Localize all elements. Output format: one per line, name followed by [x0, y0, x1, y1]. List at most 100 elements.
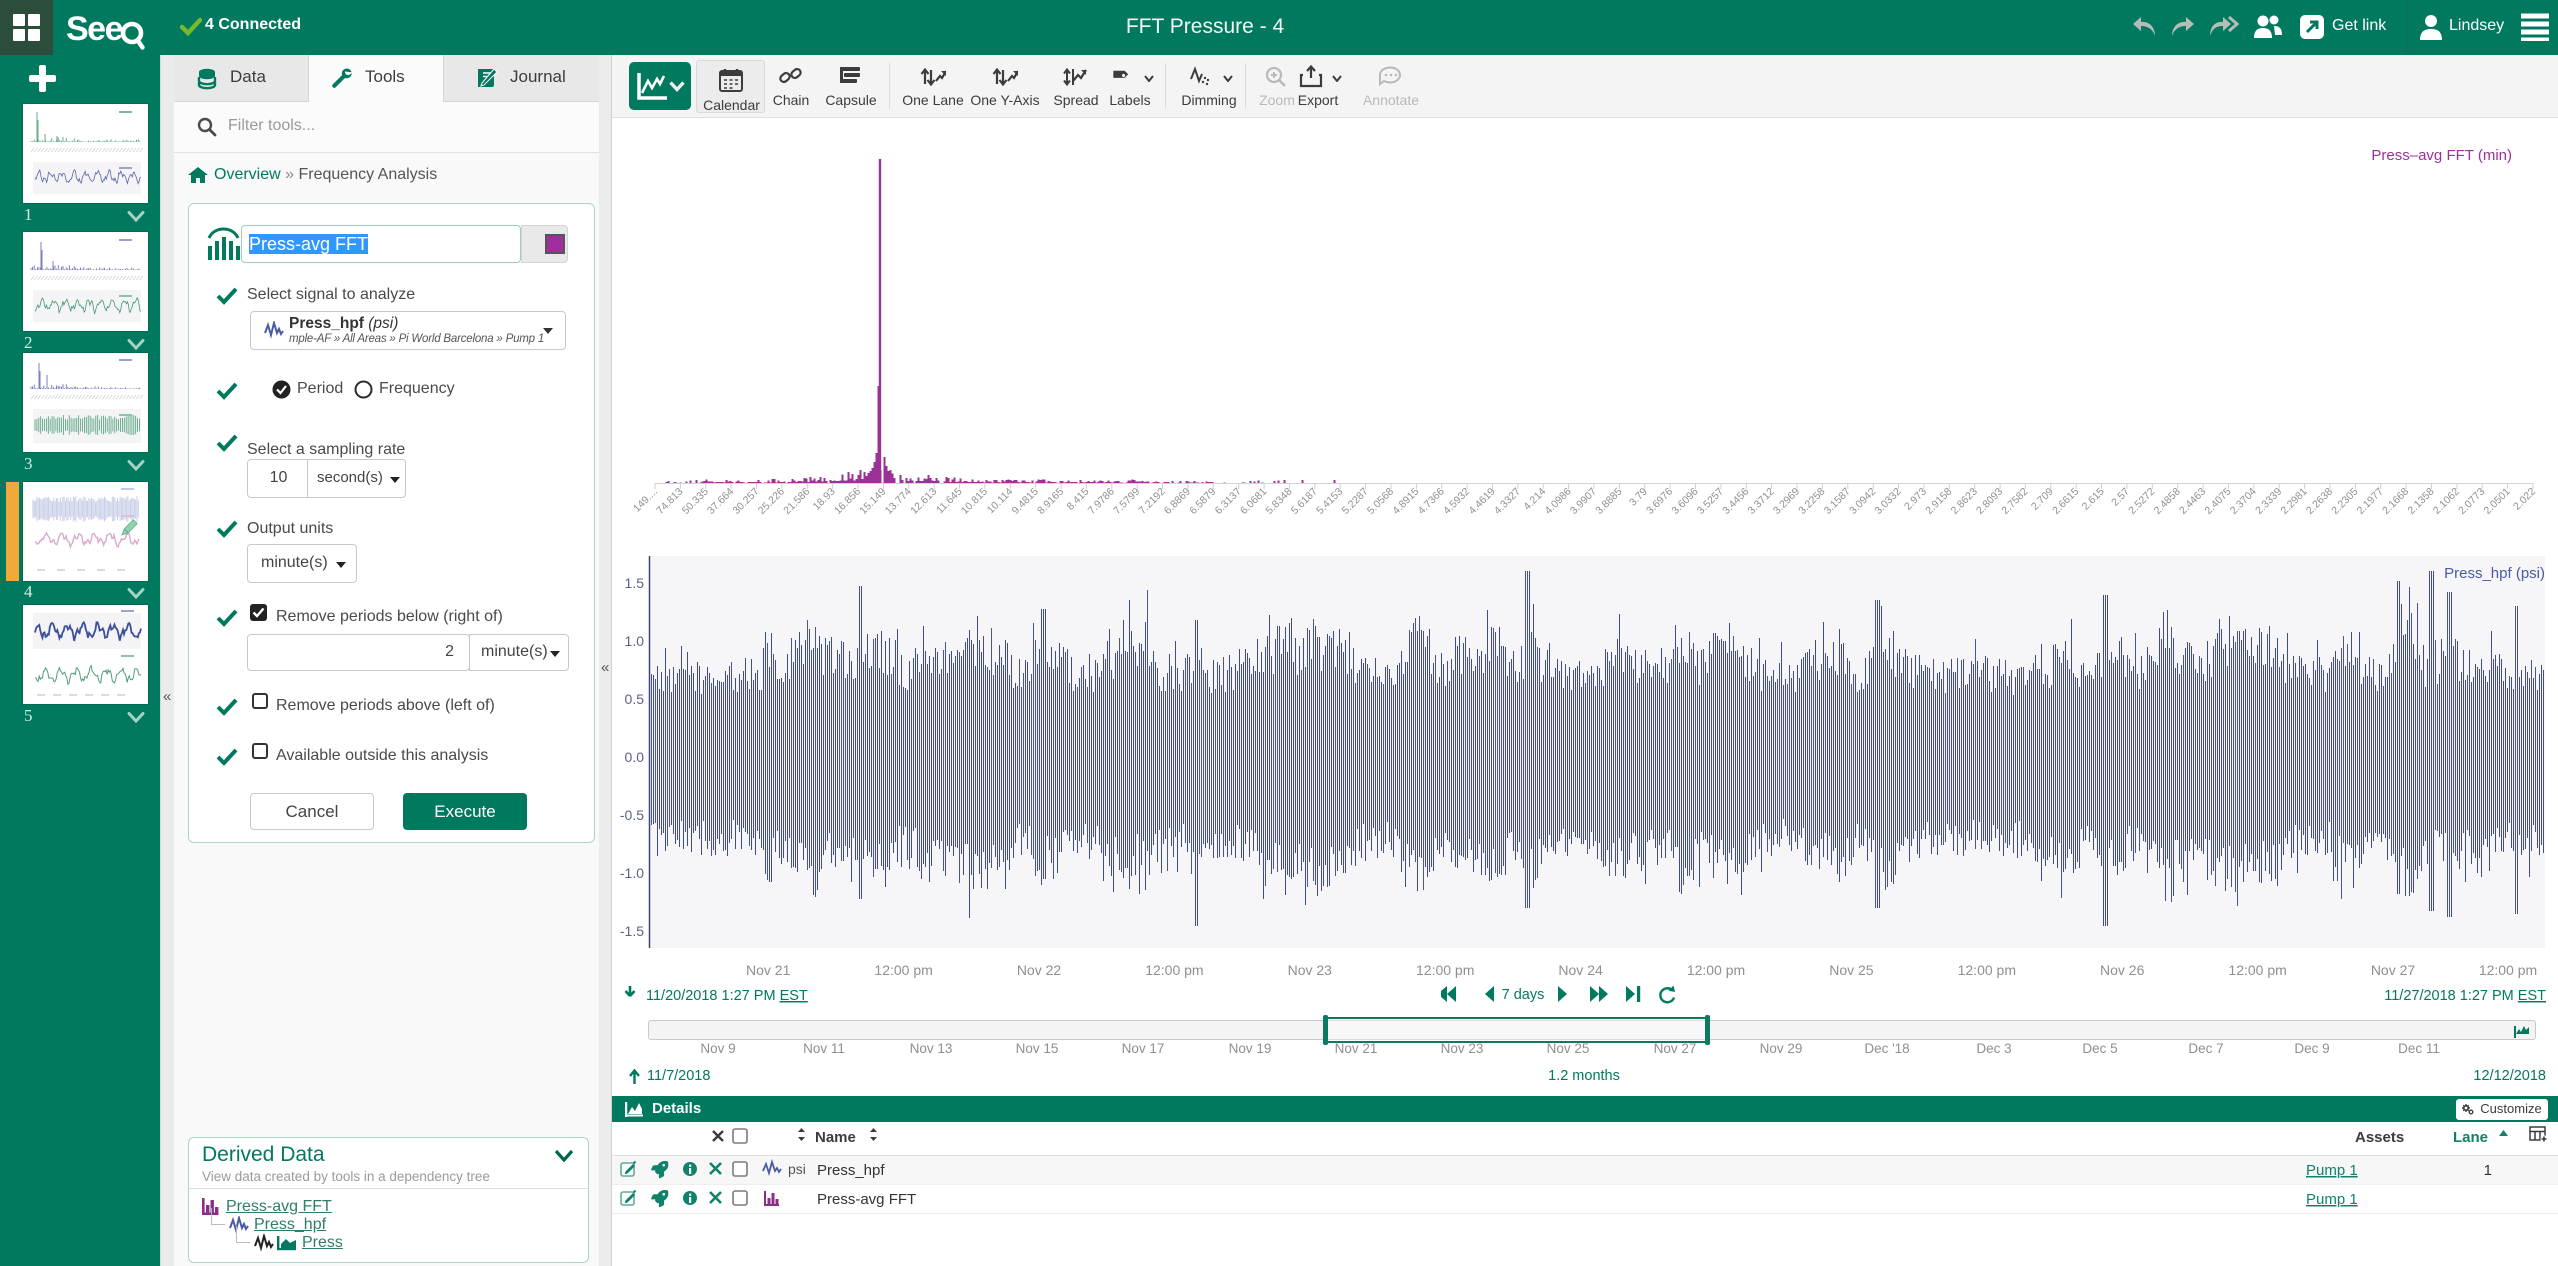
svg-text:13.774: 13.774	[883, 486, 914, 517]
svg-text:15.149: 15.149	[857, 486, 888, 517]
svg-text:psi: psi	[788, 1161, 806, 1177]
svg-text:50.335: 50.335	[680, 486, 711, 517]
svg-text:Nov 21: Nov 21	[746, 962, 791, 978]
svg-text:0.5: 0.5	[625, 691, 645, 707]
svg-text:2.7582: 2.7582	[1999, 486, 2030, 517]
svg-text:3.3712: 3.3712	[1746, 486, 1777, 517]
svg-text:-1.0: -1.0	[620, 865, 644, 881]
svg-text:-0.5: -0.5	[620, 807, 644, 823]
svg-text:1.0: 1.0	[625, 633, 645, 649]
svg-text:2.4075: 2.4075	[2202, 486, 2233, 517]
svg-text:74.813: 74.813	[654, 486, 685, 517]
svg-text:6.0681: 6.0681	[1238, 486, 1269, 517]
svg-text:2.2981: 2.2981	[2279, 486, 2310, 517]
svg-text:30.257: 30.257	[730, 486, 761, 517]
svg-text:9.4815: 9.4815	[1010, 486, 1041, 517]
svg-text:6.5879: 6.5879	[1187, 486, 1218, 517]
svg-text:2.3339: 2.3339	[2253, 486, 2284, 517]
svg-text:3.4456: 3.4456	[1720, 486, 1751, 517]
svg-text:7 days: 7 days	[1502, 987, 1545, 1003]
svg-text:2.1358: 2.1358	[2405, 486, 2436, 517]
svg-text:2.2638: 2.2638	[2304, 486, 2335, 517]
svg-text:Nov 26: Nov 26	[2100, 962, 2145, 978]
svg-text:5.4153: 5.4153	[1314, 486, 1345, 517]
svg-text:3.2258: 3.2258	[1796, 486, 1827, 517]
svg-text:1: 1	[2484, 1162, 2492, 1179]
svg-text:3.5257: 3.5257	[1695, 486, 1726, 517]
svg-text:7.9786: 7.9786	[1086, 486, 1117, 517]
svg-text:12:00 pm: 12:00 pm	[1145, 962, 1203, 978]
svg-text:11/20/2018 1:27 PM EST: 11/20/2018 1:27 PM EST	[646, 988, 808, 1004]
svg-text:4.4619: 4.4619	[1466, 486, 1497, 517]
svg-text:3.6096: 3.6096	[1669, 486, 1700, 517]
svg-text:2.8093: 2.8093	[1974, 486, 2005, 517]
svg-text:1.5: 1.5	[625, 575, 645, 591]
svg-text:2.9158: 2.9158	[1923, 486, 1954, 517]
svg-text:3.0942: 3.0942	[1847, 486, 1878, 517]
svg-text:2.1977: 2.1977	[2355, 486, 2386, 517]
svg-text:8.9165: 8.9165	[1035, 486, 1066, 517]
svg-text:11.645: 11.645	[934, 486, 965, 517]
svg-text:2.1668: 2.1668	[2380, 486, 2411, 517]
svg-text:2.4858: 2.4858	[2152, 486, 2183, 517]
svg-text:10.815: 10.815	[959, 486, 990, 517]
svg-text:2.022: 2.022	[2511, 486, 2538, 513]
svg-text:2.4463: 2.4463	[2177, 486, 2208, 517]
svg-text:2.8623: 2.8623	[1949, 486, 1980, 517]
svg-text:5.2287: 5.2287	[1340, 486, 1371, 517]
svg-text:Press_hpf: Press_hpf	[817, 1162, 885, 1179]
svg-text:12:00 pm: 12:00 pm	[2228, 962, 2286, 978]
svg-text:12:00 pm: 12:00 pm	[1416, 962, 1474, 978]
svg-text:3.6976: 3.6976	[1644, 486, 1675, 517]
svg-text:2.615: 2.615	[2080, 486, 2107, 513]
svg-text:Press_hpf (psi): Press_hpf (psi)	[2444, 565, 2545, 582]
svg-text:12:00 pm: 12:00 pm	[2479, 962, 2537, 978]
svg-text:Name: Name	[815, 1129, 856, 1146]
svg-text:12:00 pm: 12:00 pm	[1958, 962, 2016, 978]
svg-text:-1.5: -1.5	[620, 923, 644, 939]
svg-text:5.8348: 5.8348	[1263, 486, 1294, 517]
svg-text:2.0773: 2.0773	[2456, 486, 2487, 517]
svg-text:Press–avg FFT (min): Press–avg FFT (min)	[2371, 147, 2512, 164]
svg-text:5.6187: 5.6187	[1289, 486, 1320, 517]
svg-text:3.9907: 3.9907	[1568, 486, 1599, 517]
svg-text:12.613: 12.613	[908, 486, 939, 517]
svg-text:16.856: 16.856	[832, 486, 863, 517]
svg-text:3.1587: 3.1587	[1822, 486, 1853, 517]
svg-text:2.3704: 2.3704	[2228, 486, 2259, 517]
svg-text:Lane: Lane	[2453, 1129, 2488, 1146]
svg-text:2.1062: 2.1062	[2431, 486, 2462, 517]
svg-text:3.8885: 3.8885	[1593, 486, 1624, 517]
svg-text:6.3137: 6.3137	[1213, 486, 1244, 517]
svg-text:Pump 1: Pump 1	[2306, 1191, 2358, 1208]
svg-text:Nov 22: Nov 22	[1017, 962, 1062, 978]
svg-text:6.8869: 6.8869	[1162, 486, 1193, 517]
svg-text:4.7366: 4.7366	[1416, 486, 1447, 517]
svg-text:2.0501: 2.0501	[2482, 486, 2513, 517]
svg-text:10.114: 10.114	[985, 486, 1016, 517]
svg-text:7.5799: 7.5799	[1111, 486, 1142, 517]
svg-text:4.0986: 4.0986	[1543, 486, 1574, 517]
svg-text:Pump 1: Pump 1	[2306, 1162, 2358, 1179]
svg-text:11/27/2018 1:27 PM EST: 11/27/2018 1:27 PM EST	[2384, 988, 2546, 1004]
svg-text:21.586: 21.586	[781, 486, 812, 517]
svg-text:2.6615: 2.6615	[2050, 486, 2081, 517]
svg-text:3.0332: 3.0332	[1872, 486, 1903, 517]
svg-text:4.5932: 4.5932	[1441, 486, 1472, 517]
svg-text:4.8915: 4.8915	[1390, 486, 1421, 517]
svg-text:12:00 pm: 12:00 pm	[874, 962, 932, 978]
svg-text:Nov 25: Nov 25	[1829, 962, 1874, 978]
svg-text:0.0: 0.0	[625, 749, 645, 765]
svg-text:2.2305: 2.2305	[2329, 486, 2360, 517]
svg-text:4.3327: 4.3327	[1492, 486, 1523, 517]
svg-text:12:00 pm: 12:00 pm	[1687, 962, 1745, 978]
svg-text:5.0568: 5.0568	[1365, 486, 1396, 517]
svg-text:See: See	[66, 10, 123, 48]
svg-text:Press-avg FFT: Press-avg FFT	[817, 1191, 916, 1208]
svg-text:25.226: 25.226	[756, 486, 787, 517]
svg-text:Nov 24: Nov 24	[1558, 962, 1603, 978]
svg-text:37.664: 37.664	[705, 486, 736, 517]
svg-text:Assets: Assets	[2355, 1129, 2404, 1146]
svg-text:Nov 23: Nov 23	[1288, 962, 1333, 978]
svg-text:Nov 27: Nov 27	[2371, 962, 2416, 978]
